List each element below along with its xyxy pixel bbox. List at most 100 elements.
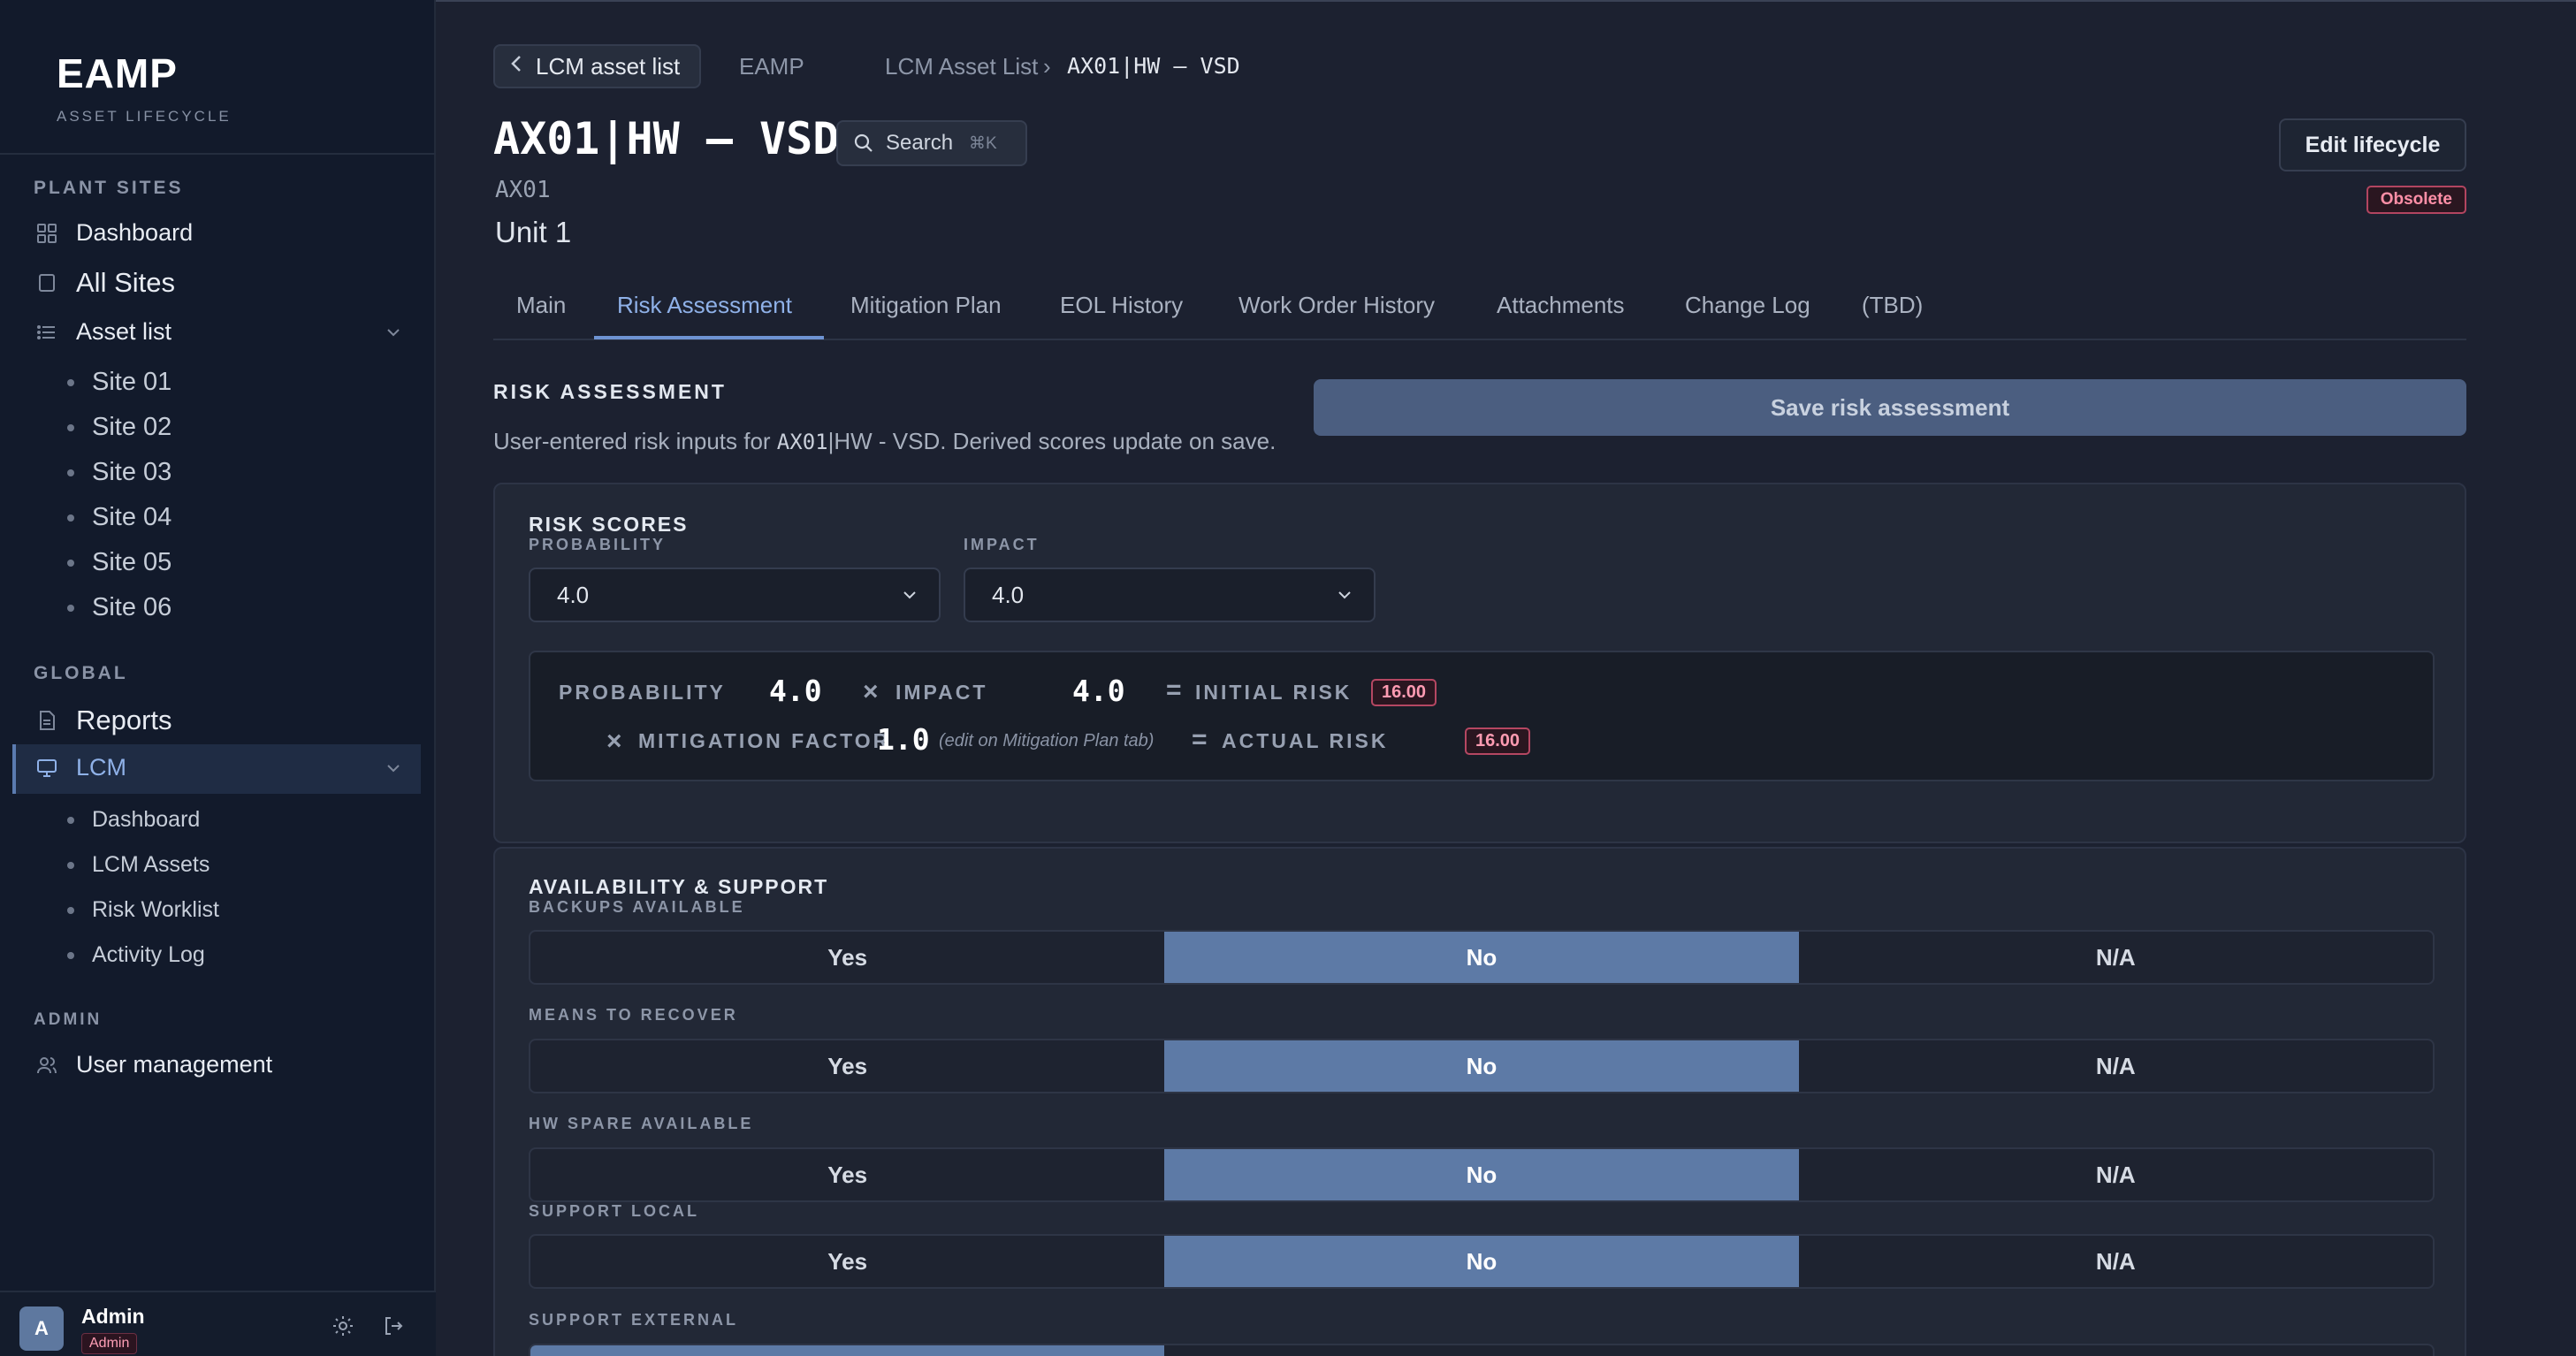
sidebar-item-lcm-assets[interactable]: LCM Assets xyxy=(67,852,210,878)
avatar[interactable]: A xyxy=(19,1306,64,1351)
active-tab-indicator xyxy=(594,336,824,339)
grid-icon xyxy=(35,222,58,245)
option-no[interactable]: No xyxy=(1164,1236,1799,1287)
list-icon xyxy=(35,321,58,344)
sidebar-item-site-05[interactable]: Site 05 xyxy=(67,548,171,577)
option-yes[interactable]: Yes xyxy=(530,1040,1164,1092)
sidebar-item-label: Dashboard xyxy=(92,807,201,832)
sidebar-item-label: Asset list xyxy=(76,318,172,345)
card-title-risk-scores: RISK SCORES xyxy=(529,513,689,536)
formula-equals-2: = xyxy=(1192,725,1208,754)
theme-toggle-sun-icon[interactable] xyxy=(331,1314,355,1338)
save-risk-assessment-button[interactable]: Save risk assessment xyxy=(1314,379,2466,436)
tab-mitigation-plan[interactable]: Mitigation Plan xyxy=(850,292,1002,319)
tab-tbd[interactable]: (TBD) xyxy=(1862,292,1923,319)
logout-icon[interactable] xyxy=(381,1314,406,1338)
formula-probability-value: 4.0 xyxy=(769,674,822,708)
means-to-recover-segmented: Yes No N/A xyxy=(529,1039,2435,1093)
breadcrumb-current: AX01|HW – VSD xyxy=(1067,53,1240,79)
tab-eol-history[interactable]: EOL History xyxy=(1060,292,1183,319)
description-text: User-entered risk inputs for xyxy=(493,428,777,454)
tab-work-order-history[interactable]: Work Order History xyxy=(1238,292,1435,319)
chevron-down-icon xyxy=(1335,582,1358,608)
sidebar-item-user-management[interactable]: User management xyxy=(35,1051,272,1078)
option-no[interactable]: No xyxy=(1164,1040,1799,1092)
formula-times-2: × xyxy=(606,727,622,756)
sidebar: EAMP ASSET LIFECYCLE PLANT SITES Dashboa… xyxy=(0,0,436,1356)
option-na[interactable]: N/A xyxy=(1799,1040,2433,1092)
edit-lifecycle-button[interactable]: Edit lifecycle xyxy=(2279,118,2466,171)
option-no[interactable]: No xyxy=(1164,1149,1799,1200)
section-label-admin: ADMIN xyxy=(34,1010,103,1029)
risk-scores-card: RISK SCORES PROBABILITY IMPACT 4.0 4.0 P… xyxy=(493,483,2466,843)
section-label-global: GLOBAL xyxy=(34,663,128,683)
chevron-down-icon xyxy=(386,322,400,342)
option-yes[interactable]: Yes xyxy=(530,1149,1164,1200)
sidebar-item-site-02[interactable]: Site 02 xyxy=(67,413,171,442)
sidebar-item-all-sites[interactable]: All Sites xyxy=(35,267,175,299)
breadcrumb-root[interactable]: EAMP xyxy=(739,53,804,80)
asset-unit: Unit 1 xyxy=(495,216,572,248)
description-text-rest: |HW - VSD. Derived scores update on save… xyxy=(827,428,1277,454)
bullet xyxy=(67,951,74,959)
sidebar-item-site-01[interactable]: Site 01 xyxy=(67,368,171,397)
sidebar-item-site-03[interactable]: Site 03 xyxy=(67,458,171,487)
formula-mitigation-note: (edit on Mitigation Plan tab) xyxy=(939,731,1155,750)
sidebar-item-label: Reports xyxy=(76,705,172,735)
tab-bar: Main Risk Assessment Mitigation Plan EOL… xyxy=(493,292,2466,340)
sidebar-item-reports[interactable]: Reports xyxy=(35,705,172,736)
probability-select-value: 4.0 xyxy=(557,581,590,608)
tab-change-log[interactable]: Change Log xyxy=(1685,292,1810,319)
sidebar-item-site-06[interactable]: Site 06 xyxy=(67,593,171,622)
chevron-down-icon xyxy=(900,582,923,608)
field-label-hw-spare: HW SPARE AVAILABLE xyxy=(529,1115,754,1132)
option-yes[interactable]: Yes xyxy=(530,1236,1164,1287)
tab-risk-assessment[interactable]: Risk Assessment xyxy=(617,292,792,319)
sidebar-item-label: Site 05 xyxy=(92,548,172,576)
brand-subtitle: ASSET LIFECYCLE xyxy=(57,108,232,125)
bullet xyxy=(67,861,74,869)
field-label-support-local: SUPPORT LOCAL xyxy=(529,1202,700,1220)
formula-initial-risk-label: INITIAL RISK xyxy=(1195,681,1353,704)
sidebar-item-label: Dashboard xyxy=(76,219,194,246)
sidebar-divider xyxy=(0,153,436,155)
option-yes[interactable]: Yes xyxy=(530,1345,1165,1356)
sidebar-item-label: User management xyxy=(76,1051,273,1078)
bullet xyxy=(67,816,74,824)
description-code: AX01 xyxy=(776,430,828,454)
formula-mitigation-value: 1.0 xyxy=(877,722,930,757)
monitor-icon xyxy=(35,757,58,780)
user-name: Admin xyxy=(81,1305,145,1328)
option-no[interactable]: No xyxy=(1164,932,1799,983)
bullet xyxy=(67,378,74,386)
status-badge: Obsolete xyxy=(2366,186,2466,214)
sidebar-item-label: Site 03 xyxy=(92,458,172,486)
sidebar-item-asset-list[interactable]: Asset list xyxy=(35,318,400,346)
bullet xyxy=(67,423,74,431)
sidebar-item-site-04[interactable]: Site 04 xyxy=(67,503,171,532)
option-yes[interactable]: Yes xyxy=(530,932,1164,983)
tab-main[interactable]: Main xyxy=(516,292,566,319)
back-to-lcm-asset-list-button[interactable]: LCM asset list xyxy=(493,44,702,88)
field-label-means-to-recover: MEANS TO RECOVER xyxy=(529,1006,738,1024)
sidebar-item-activity-log[interactable]: Activity Log xyxy=(67,942,205,968)
search-label: Search xyxy=(886,131,954,155)
search-icon xyxy=(854,133,873,153)
search-button[interactable]: Search ⌘K xyxy=(836,120,1027,166)
probability-label: PROBABILITY xyxy=(529,536,667,553)
sidebar-item-risk-worklist[interactable]: Risk Worklist xyxy=(67,897,219,923)
breadcrumb-lcm-asset-list[interactable]: LCM Asset List xyxy=(885,53,1038,80)
option-na[interactable]: N/A xyxy=(1799,1345,2433,1356)
probability-select[interactable]: 4.0 xyxy=(529,568,941,622)
option-no[interactable]: No xyxy=(1164,1345,1798,1356)
sidebar-item-lcm-dashboard[interactable]: Dashboard xyxy=(67,807,200,833)
sidebar-item-lcm[interactable]: LCM xyxy=(35,754,400,781)
impact-select[interactable]: 4.0 xyxy=(964,568,1376,622)
sidebar-item-dashboard[interactable]: Dashboard xyxy=(35,219,193,247)
sidebar-item-label: All Sites xyxy=(76,267,175,298)
option-na[interactable]: N/A xyxy=(1799,932,2433,983)
option-na[interactable]: N/A xyxy=(1799,1236,2433,1287)
initial-risk-badge: 16.00 xyxy=(1371,679,1437,706)
option-na[interactable]: N/A xyxy=(1799,1149,2433,1200)
tab-attachments[interactable]: Attachments xyxy=(1497,292,1625,319)
